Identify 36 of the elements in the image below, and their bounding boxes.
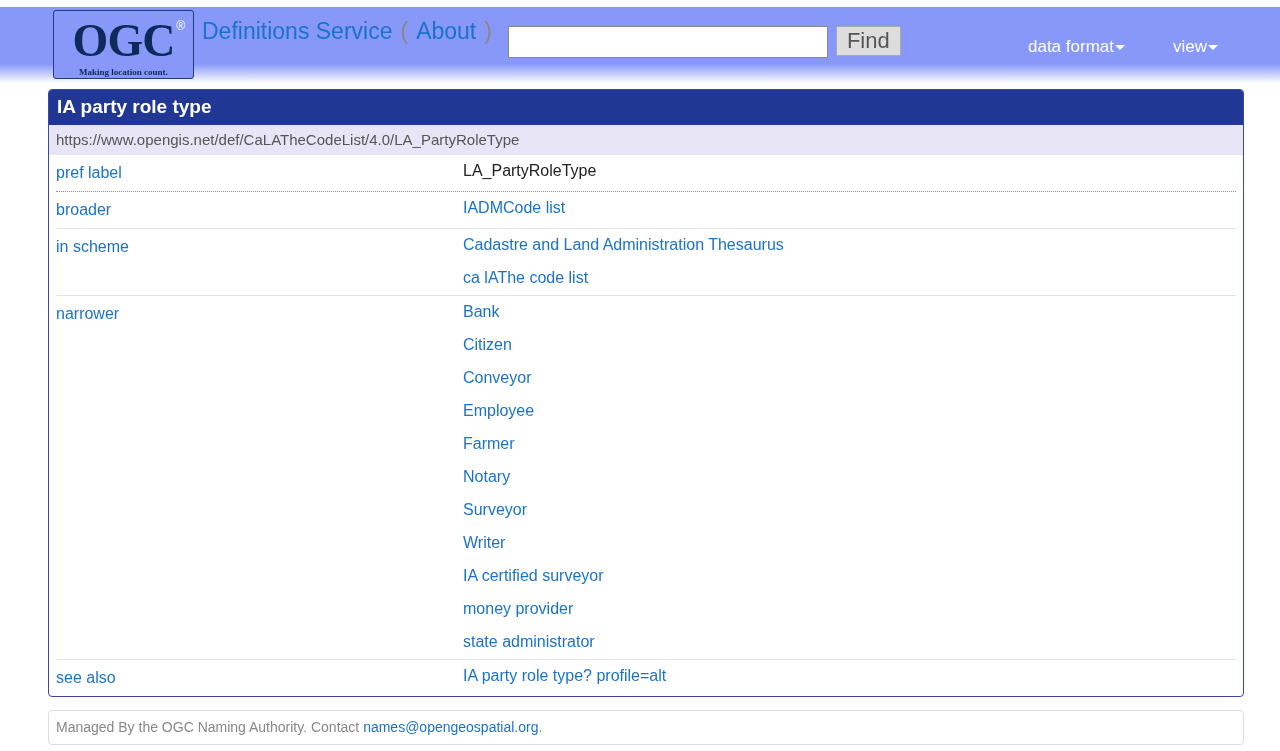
concept-title: IA party role type: [49, 90, 1243, 125]
property-label[interactable]: see also: [56, 660, 463, 697]
property-value-link[interactable]: Employee: [463, 395, 604, 429]
parenthesis: ): [484, 17, 492, 46]
caret-icon: [1115, 45, 1125, 50]
property-value-link[interactable]: IADMCode list: [463, 192, 566, 226]
logo-tagline: Making location count.: [78, 66, 169, 79]
property-value-link[interactable]: ca lAThe code list: [463, 262, 784, 296]
parenthesis: (: [400, 17, 409, 46]
logo[interactable]: OGC® Making location count.: [53, 10, 194, 79]
property-value-link[interactable]: IA certified surveyor: [463, 560, 604, 594]
property-value-link[interactable]: Citizen: [463, 329, 604, 363]
property-value-link[interactable]: Bank: [463, 296, 604, 330]
property-value-link[interactable]: Cadastre and Land Administration Thesaurus: [463, 229, 784, 263]
property-value-link[interactable]: IA party role type? profile=alt: [463, 660, 667, 694]
logo-wordmark: OGC: [72, 18, 175, 64]
find-button[interactable]: Find: [835, 26, 901, 56]
dropdown-menu[interactable]: data format: [1028, 34, 1125, 60]
caret-icon: [1208, 45, 1218, 50]
footer-text: Managed By the OGC Naming Authority. Contact names@opengeospatial.org.: [56, 718, 544, 738]
dropdown-menu[interactable]: view: [1173, 34, 1218, 60]
property-value-link[interactable]: money provider: [463, 593, 604, 627]
property-value-link[interactable]: Notary: [463, 461, 604, 495]
property-value-link[interactable]: Writer: [463, 527, 604, 561]
property-value-link[interactable]: Farmer: [463, 428, 604, 462]
property-value-link[interactable]: Surveyor: [463, 494, 604, 528]
property-label[interactable]: pref label: [56, 155, 463, 192]
property-value-link[interactable]: Conveyor: [463, 362, 604, 396]
property-value: LA_PartyRoleType: [463, 161, 597, 182]
property-value-link[interactable]: state administrator: [463, 626, 604, 660]
registered-mark: ®: [176, 18, 185, 35]
property-label[interactable]: in scheme: [56, 229, 463, 296]
property-label[interactable]: broader: [56, 192, 463, 229]
search-field[interactable]: [507, 26, 828, 58]
property-label[interactable]: narrower: [56, 296, 463, 660]
concept-uri: https://www.opengis.net/def/CaLATheCodeList/4.0/LA_PartyRoleType: [49, 124, 1243, 156]
